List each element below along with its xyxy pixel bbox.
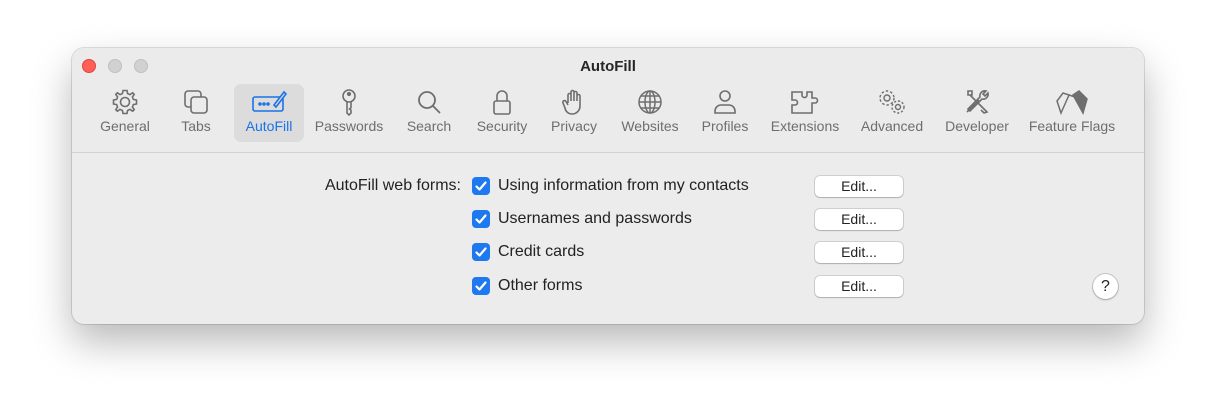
globe-icon bbox=[638, 90, 662, 114]
autofill-icon bbox=[252, 90, 288, 112]
tab-label: Websites bbox=[621, 118, 679, 134]
magnifier-icon bbox=[418, 91, 441, 114]
hand-icon bbox=[562, 89, 581, 115]
edit-contacts-button[interactable]: Edit... bbox=[815, 176, 903, 197]
tab-tabs[interactable]: Tabs bbox=[168, 84, 224, 142]
checkmark-icon bbox=[475, 214, 487, 224]
edit-passwords-button[interactable]: Edit... bbox=[815, 209, 903, 230]
tab-label: General bbox=[100, 118, 150, 134]
preferences-window: AutoFill General Tabs AutoFill Passwords… bbox=[72, 48, 1144, 324]
contacts-checkbox[interactable] bbox=[472, 177, 490, 195]
tab-extensions[interactable]: Extensions bbox=[766, 84, 844, 142]
other-forms-checkbox[interactable] bbox=[472, 277, 490, 295]
checkbox-label: Usernames and passwords bbox=[498, 210, 692, 227]
tab-label: Privacy bbox=[551, 118, 597, 134]
edit-other-forms-button[interactable]: Edit... bbox=[815, 276, 903, 297]
checkbox-label: Using information from my contacts bbox=[498, 177, 749, 194]
credit-cards-checkbox[interactable] bbox=[472, 243, 490, 261]
tab-autofill[interactable]: AutoFill bbox=[234, 84, 304, 142]
tab-label: Passwords bbox=[314, 118, 384, 134]
tab-security[interactable]: Security bbox=[470, 84, 534, 142]
tab-label: Advanced bbox=[860, 118, 924, 134]
preferences-toolbar: General Tabs AutoFill Passwords Search S… bbox=[72, 84, 1144, 144]
gear-icon bbox=[112, 89, 138, 115]
tab-label: Security bbox=[476, 118, 528, 134]
tab-websites[interactable]: Websites bbox=[614, 84, 686, 142]
tab-label: Developer bbox=[945, 118, 1009, 134]
autofill-web-forms-label: AutoFill web forms: bbox=[324, 177, 461, 194]
lock-icon bbox=[493, 90, 511, 115]
tab-profiles[interactable]: Profiles bbox=[694, 84, 756, 142]
autofill-pane: AutoFill web forms: Using information fr… bbox=[72, 153, 1144, 324]
checkmark-icon bbox=[475, 247, 487, 257]
tools-icon bbox=[966, 90, 989, 114]
title-bar: AutoFill General Tabs AutoFill Passwords… bbox=[72, 48, 1144, 153]
checkmark-icon bbox=[475, 281, 487, 291]
checkmark-icon bbox=[475, 181, 487, 191]
tab-advanced[interactable]: Advanced bbox=[856, 84, 928, 142]
checkbox-label: Credit cards bbox=[498, 243, 585, 260]
help-button[interactable]: ? bbox=[1093, 274, 1118, 299]
tab-privacy[interactable]: Privacy bbox=[544, 84, 604, 142]
tabs-icon bbox=[184, 90, 208, 114]
tab-label: AutoFill bbox=[245, 118, 293, 134]
gears-icon bbox=[879, 90, 905, 114]
tab-feature-flags[interactable]: Feature Flags bbox=[1024, 84, 1120, 142]
tab-label: Search bbox=[406, 118, 452, 134]
window-title: AutoFill bbox=[580, 58, 636, 75]
checkbox-label: Other forms bbox=[498, 277, 583, 294]
tab-label: Tabs bbox=[181, 118, 211, 134]
person-icon bbox=[714, 90, 736, 114]
key-icon bbox=[342, 89, 356, 117]
passwords-checkbox[interactable] bbox=[472, 210, 490, 228]
flags-icon bbox=[1056, 90, 1088, 116]
tab-developer[interactable]: Developer bbox=[940, 84, 1014, 142]
tab-passwords[interactable]: Passwords bbox=[312, 84, 386, 142]
tab-label: Profiles bbox=[701, 118, 749, 134]
tab-general[interactable]: General bbox=[92, 84, 158, 142]
tab-search[interactable]: Search bbox=[400, 84, 458, 142]
tab-label: Feature Flags bbox=[1028, 118, 1116, 134]
puzzle-icon bbox=[791, 91, 819, 114]
tab-label: Extensions bbox=[770, 118, 840, 134]
edit-credit-cards-button[interactable]: Edit... bbox=[815, 242, 903, 263]
